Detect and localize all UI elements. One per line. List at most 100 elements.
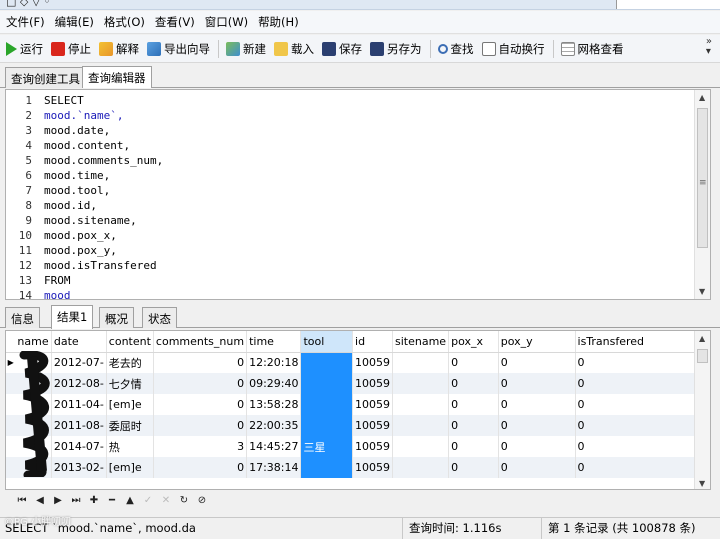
apply-icon[interactable]: ▲ (121, 495, 139, 506)
row-indicator[interactable] (6, 415, 16, 436)
cell-id[interactable]: 10059 (352, 436, 394, 457)
table-row[interactable]: 2011-08- 委屈时 0 22:00:35 10059 0 0 0 (6, 415, 710, 436)
current-row-indicator-icon[interactable]: ▶ (6, 352, 15, 373)
cell-tool[interactable] (300, 457, 354, 478)
table-row[interactable]: 2014-07- 热 3 14:45:27 三星 10059 0 0 0 (6, 436, 710, 457)
refresh-icon[interactable]: ↻ (175, 495, 193, 506)
prev-record-icon[interactable]: ◀ (31, 495, 49, 506)
cell-sitename[interactable] (392, 394, 450, 415)
grid-scrollbar[interactable]: ▲ ▼ (694, 331, 710, 489)
menu-help[interactable]: 帮助(H) (258, 14, 299, 30)
check-icon[interactable]: ✓ (139, 495, 157, 506)
column-header-date[interactable]: date (51, 331, 107, 353)
cell-pox_y[interactable]: 0 (498, 415, 576, 436)
word-wrap-button[interactable]: 自动换行 (481, 41, 545, 57)
cell-sitename[interactable] (392, 457, 450, 478)
cell-content[interactable]: [em]e (106, 394, 154, 415)
save-as-button[interactable]: 另存为 (370, 41, 422, 57)
cell-sitename[interactable] (392, 352, 450, 373)
tab-status[interactable]: 状态 (142, 307, 177, 328)
delete-record-icon[interactable]: ━ (103, 495, 121, 506)
cell-time[interactable]: 17:38:14 (246, 457, 302, 478)
row-indicator[interactable] (6, 436, 15, 457)
row-indicator[interactable] (6, 373, 16, 394)
cell-time[interactable]: 13:58:28 (246, 394, 302, 415)
first-record-icon[interactable]: ⏮ (13, 495, 31, 506)
cell-id[interactable]: 10059 (352, 415, 394, 436)
cell-time[interactable]: 09:29:40 (246, 373, 302, 394)
cell-comments_num[interactable]: 0 (153, 373, 248, 394)
cell-date[interactable]: 2011-04- (51, 394, 107, 415)
cell-tool[interactable] (300, 394, 354, 415)
cell-pox_y[interactable]: 0 (498, 352, 576, 373)
menu-view[interactable]: 查看(V) (155, 14, 195, 30)
cell-pox_x[interactable]: 0 (448, 457, 499, 478)
tab-result-1[interactable]: 结果1 (51, 305, 94, 329)
cell-pox_x[interactable]: 0 (448, 394, 499, 415)
row-indicator[interactable] (6, 457, 16, 478)
cell-id[interactable]: 10059 (352, 394, 394, 415)
cell-date[interactable]: 2011-08- (51, 415, 107, 436)
column-header-pox_x[interactable]: pox_x (448, 331, 499, 353)
column-header-tool[interactable]: tool (300, 331, 354, 353)
table-row[interactable]: 2013-02- [em]e 0 17:38:14 10059 0 0 0 (6, 457, 710, 478)
last-record-icon[interactable]: ⏭ (67, 495, 85, 506)
menu-format[interactable]: 格式(O) (104, 14, 145, 30)
column-header-id[interactable]: id (352, 331, 394, 353)
load-button[interactable]: 载入 (274, 41, 314, 57)
cell-tool[interactable] (300, 415, 354, 436)
cell-istransfered[interactable]: 0 (575, 352, 706, 373)
cell-pox_x[interactable]: 0 (448, 436, 499, 457)
window-controls[interactable] (616, 0, 720, 9)
run-button[interactable]: 运行 (6, 41, 43, 57)
sql-editor[interactable]: ▲ ≡ ▼ 1 SELECT 2 mood.`name`, 3 mood.date, 4 mo… (5, 89, 711, 300)
stop-icon[interactable]: ⊘ (193, 495, 211, 506)
cell-pox_y[interactable]: 0 (498, 457, 576, 478)
menu-edit[interactable]: 编辑(E) (55, 14, 94, 30)
cell-date[interactable]: 2014-07- (51, 436, 107, 457)
cell-pox_y[interactable]: 0 (498, 436, 576, 457)
cell-id[interactable]: 10059 (352, 352, 394, 373)
tab-query-builder[interactable]: 查询创建工具 (5, 67, 86, 88)
column-header-name[interactable]: name (15, 331, 52, 353)
cell-time[interactable]: 14:45:27 (246, 436, 302, 457)
cell-istransfered[interactable]: 0 (575, 436, 706, 457)
cell-sitename[interactable] (392, 415, 450, 436)
cell-date[interactable]: 2013-02- (51, 457, 107, 478)
cell-content[interactable]: 委屈时 (106, 415, 154, 436)
menu-file[interactable]: 文件(F) (6, 14, 45, 30)
cell-content[interactable]: 热 (106, 436, 154, 457)
cell-tool[interactable]: 三星 (300, 436, 354, 457)
cell-sitename[interactable] (392, 373, 450, 394)
column-header-pox_y[interactable]: pox_y (498, 331, 576, 353)
column-header-content[interactable]: content (106, 331, 154, 353)
new-button[interactable]: 新建 (226, 41, 266, 57)
scroll-down-icon[interactable]: ▼ (699, 479, 705, 488)
cell-istransfered[interactable]: 0 (575, 373, 706, 394)
table-row[interactable]: 2012-08- 七夕情 0 09:29:40 10059 0 0 0 (6, 373, 710, 394)
next-record-icon[interactable]: ▶ (49, 495, 67, 506)
grid-view-button[interactable]: 网格查看 (560, 41, 624, 57)
editor-scrollbar[interactable]: ▲ ≡ ▼ (694, 90, 710, 299)
scroll-up-icon[interactable]: ▲ (699, 334, 705, 343)
stop-button[interactable]: 停止 (51, 41, 91, 57)
export-wizard-button[interactable]: 导出向导 (147, 41, 210, 57)
add-record-icon[interactable]: ✚ (85, 495, 103, 506)
cell-time[interactable]: 12:20:18 (246, 352, 302, 373)
cell-date[interactable]: 2012-07- (51, 352, 107, 373)
save-button[interactable]: 保存 (322, 41, 362, 57)
cell-tool[interactable] (300, 373, 354, 394)
cell-content[interactable]: 七夕情 (106, 373, 154, 394)
cell-id[interactable]: 10059 (352, 457, 394, 478)
find-button[interactable]: 查找 (437, 41, 474, 57)
cell-istransfered[interactable]: 0 (575, 415, 706, 436)
cell-pox_x[interactable]: 0 (448, 352, 499, 373)
column-header-istransfered[interactable]: isTransfered (575, 331, 706, 353)
cell-pox_x[interactable]: 0 (448, 373, 499, 394)
cell-istransfered[interactable]: 0 (575, 394, 706, 415)
cancel-icon[interactable]: ✕ (157, 495, 175, 506)
cell-comments_num[interactable]: 3 (153, 436, 248, 457)
cell-comments_num[interactable]: 0 (153, 415, 248, 436)
table-row[interactable]: ▶ 2012-07- 老去的 0 12:20:18 10059 0 0 0 (6, 352, 710, 373)
cell-comments_num[interactable]: 0 (153, 394, 248, 415)
